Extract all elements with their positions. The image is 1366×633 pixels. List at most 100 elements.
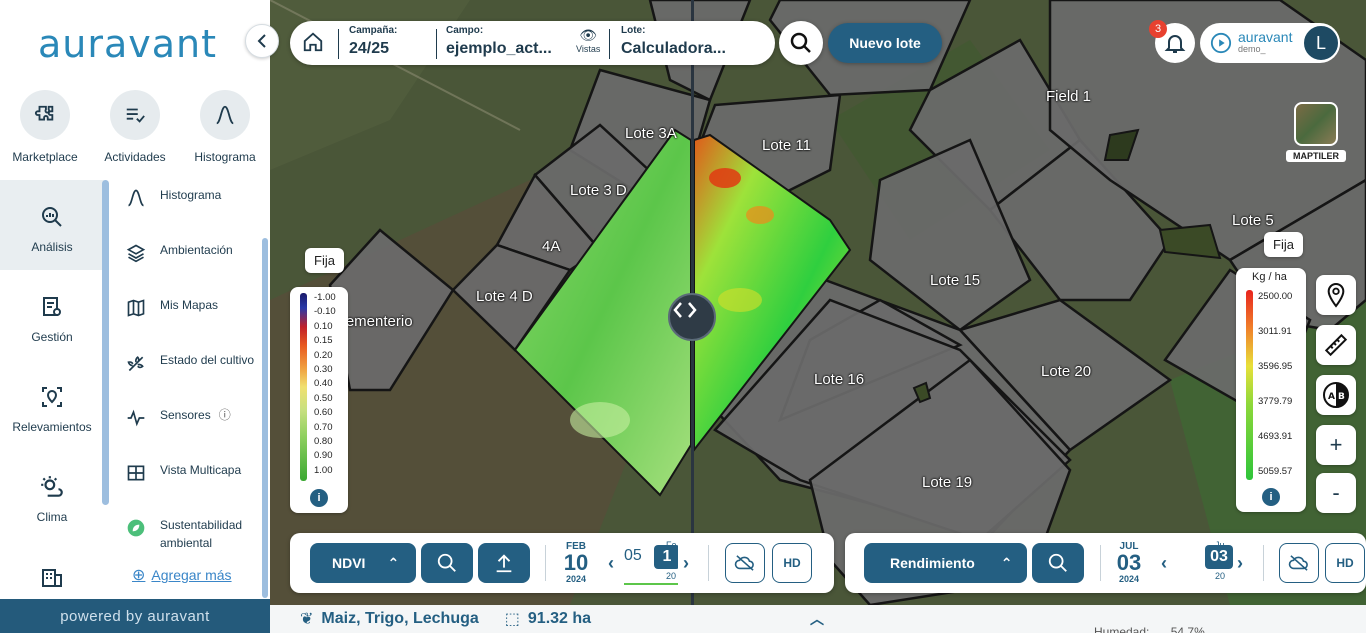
nav-item-label: Relevamientos bbox=[12, 420, 92, 434]
legend-tick: 0.20 bbox=[314, 349, 333, 361]
divider bbox=[708, 545, 709, 581]
context-selector-bar: Campaña: 24/25 Campo: ejemplo_act... 👁 V… bbox=[290, 21, 775, 65]
crop-leaf-icon: ❦ bbox=[300, 611, 314, 628]
date-year: 2024 bbox=[1118, 574, 1140, 584]
legend-tick: -1.00 bbox=[314, 292, 336, 303]
vistas-button[interactable]: 👁 Vistas bbox=[576, 27, 600, 54]
chevron-left-icon[interactable]: ‹ bbox=[1161, 553, 1167, 574]
date-timeline[interactable]: 05 Fe 1 20 bbox=[624, 541, 678, 585]
location-pin-icon bbox=[1327, 282, 1345, 308]
right-layer-panel: Rendimiento ⌃ JUL 03 2024 ‹ Ju 03 20 › H… bbox=[845, 533, 1366, 593]
lot-label[interactable]: Lote 3 D bbox=[570, 182, 627, 199]
layer-select-ndvi[interactable]: NDVI ⌃ bbox=[310, 543, 416, 583]
info-icon[interactable]: i bbox=[1262, 488, 1280, 506]
layer-select-rendimiento[interactable]: Rendimiento ⌃ bbox=[864, 543, 1027, 583]
measure-button[interactable] bbox=[1316, 325, 1356, 365]
lot-label[interactable]: Lote 5 bbox=[1232, 212, 1274, 229]
survey-pin-icon bbox=[0, 382, 104, 412]
lot-label[interactable]: Lote 19 bbox=[922, 474, 972, 491]
nav-item-gestion[interactable]: Gestión bbox=[0, 270, 104, 360]
chevron-left-icon[interactable]: ‹ bbox=[608, 553, 614, 574]
submenu-label: Mis Mapas bbox=[160, 298, 219, 312]
lot-selector[interactable]: Lote: Calculadora... bbox=[621, 25, 726, 58]
legend-tick: 0.60 bbox=[314, 407, 333, 419]
submenu-item-vista-multicapa[interactable]: Vista Multicapa bbox=[112, 455, 262, 510]
zoom-out-button[interactable]: - bbox=[1316, 473, 1356, 513]
cloud-filter-button[interactable] bbox=[1279, 543, 1319, 583]
lot-label[interactable]: Lote 4 D bbox=[476, 288, 533, 305]
lot-label[interactable]: Lote 11 bbox=[762, 137, 811, 154]
submenu-item-sustentabilidad[interactable]: Sustentabilidad ambiental bbox=[112, 510, 262, 565]
search-icon bbox=[790, 32, 811, 53]
upload-button[interactable] bbox=[478, 543, 530, 583]
submenu-item-estado-cultivo[interactable]: Estado del cultivo bbox=[112, 345, 262, 400]
compare-handle[interactable] bbox=[668, 293, 716, 341]
avatar[interactable]: L bbox=[1302, 24, 1340, 62]
hd-toggle-button[interactable]: HD bbox=[772, 543, 812, 583]
collapse-sidebar-button[interactable] bbox=[245, 24, 279, 58]
crops-info: ❦ Maiz, Trigo, Lechuga bbox=[300, 609, 479, 629]
lot-label[interactable]: 4A bbox=[542, 238, 560, 255]
cloud-filter-button[interactable] bbox=[725, 543, 765, 583]
chevron-left-icon bbox=[257, 34, 266, 48]
timeline-selected[interactable]: 1 bbox=[654, 545, 678, 569]
search-icon bbox=[437, 553, 456, 572]
yield-color-ramp bbox=[1246, 290, 1253, 480]
campaign-selector[interactable]: Campaña: 24/25 bbox=[349, 25, 397, 58]
lot-label[interactable]: Lote 20 bbox=[1041, 363, 1091, 380]
quick-action-actividades[interactable]: Actividades bbox=[90, 90, 180, 164]
search-button[interactable] bbox=[779, 21, 823, 65]
hd-toggle-button[interactable]: HD bbox=[1325, 543, 1365, 583]
date-timeline[interactable]: Ju 03 20 bbox=[1201, 541, 1233, 585]
submenu-item-ambientacion[interactable]: Ambientación bbox=[112, 235, 262, 290]
fix-legend-left-button[interactable]: Fija bbox=[305, 248, 344, 273]
nuevo-lote-button[interactable]: Nuevo lote bbox=[828, 23, 942, 63]
agregar-mas-link[interactable]: ⊕ Agregar más bbox=[132, 565, 232, 585]
field-key: Campo: bbox=[446, 25, 484, 36]
submenu-item-histograma[interactable]: Histograma bbox=[112, 180, 262, 235]
fix-legend-right-button[interactable]: Fija bbox=[1264, 232, 1303, 257]
lot-label[interactable]: Lote 15 bbox=[930, 272, 980, 289]
checklist-icon bbox=[110, 90, 160, 140]
nav-item-relevamientos[interactable]: Relevamientos bbox=[0, 360, 104, 450]
chevron-right-icon[interactable]: › bbox=[1237, 553, 1243, 574]
chevron-up-icon[interactable]: ︿ bbox=[810, 609, 824, 629]
nav-item-clima[interactable]: Clima bbox=[0, 450, 104, 540]
info-icon[interactable]: i bbox=[310, 489, 328, 507]
divider bbox=[545, 545, 546, 581]
info-icon[interactable]: ⓘ bbox=[219, 406, 231, 424]
yield-legend: Kg / ha 2500.00 3011.91 3596.95 3779.79 4693… bbox=[1236, 268, 1306, 512]
date-year: 2024 bbox=[565, 574, 587, 584]
home-icon[interactable] bbox=[302, 31, 324, 58]
plant-icon bbox=[112, 351, 160, 373]
quick-action-marketplace[interactable]: Marketplace bbox=[0, 90, 90, 164]
timeline-prev[interactable]: 05 bbox=[624, 547, 642, 565]
map-canvas[interactable]: Lote 3A Lote 11 Lote 3 D 4A Lote 4 D Cem… bbox=[270, 0, 1366, 605]
sidebar: auravant Marketplace Actividades Histogr… bbox=[0, 0, 270, 633]
nav-item-analisis[interactable]: Análisis bbox=[0, 180, 104, 270]
lot-label[interactable]: Field 1 bbox=[1046, 88, 1091, 105]
layer-name: Rendimiento bbox=[890, 555, 975, 571]
chevron-right-icon[interactable]: › bbox=[683, 553, 689, 574]
compare-ab-button[interactable]: AB bbox=[1316, 375, 1356, 415]
lot-label[interactable]: Lote 16 bbox=[814, 371, 864, 388]
zoom-in-button[interactable]: + bbox=[1316, 425, 1356, 465]
divider bbox=[1263, 545, 1264, 581]
bell-curve-icon bbox=[200, 90, 250, 140]
quick-action-histograma[interactable]: Histograma bbox=[180, 90, 270, 164]
field-selector[interactable]: Campo: ejemplo_act... bbox=[446, 25, 552, 58]
legend-tick: 0.70 bbox=[314, 421, 333, 433]
sidebar-scrollbar[interactable] bbox=[262, 238, 268, 598]
basemap-switcher[interactable]: MAPTILER bbox=[1286, 102, 1346, 162]
search-layer-button[interactable] bbox=[1032, 543, 1084, 583]
pulse-icon bbox=[112, 406, 160, 428]
layers-icon bbox=[112, 241, 160, 263]
auravant-logo[interactable]: auravant bbox=[38, 22, 217, 66]
timeline-selected[interactable]: 03 bbox=[1205, 545, 1233, 569]
lot-label[interactable]: Lote 3A bbox=[625, 125, 677, 142]
building-icon bbox=[0, 562, 104, 592]
submenu-item-sensores[interactable]: Sensores ⓘ bbox=[112, 400, 262, 455]
submenu-item-mis-mapas[interactable]: Mis Mapas bbox=[112, 290, 262, 345]
search-layer-button[interactable] bbox=[421, 543, 473, 583]
location-button[interactable] bbox=[1316, 275, 1356, 315]
